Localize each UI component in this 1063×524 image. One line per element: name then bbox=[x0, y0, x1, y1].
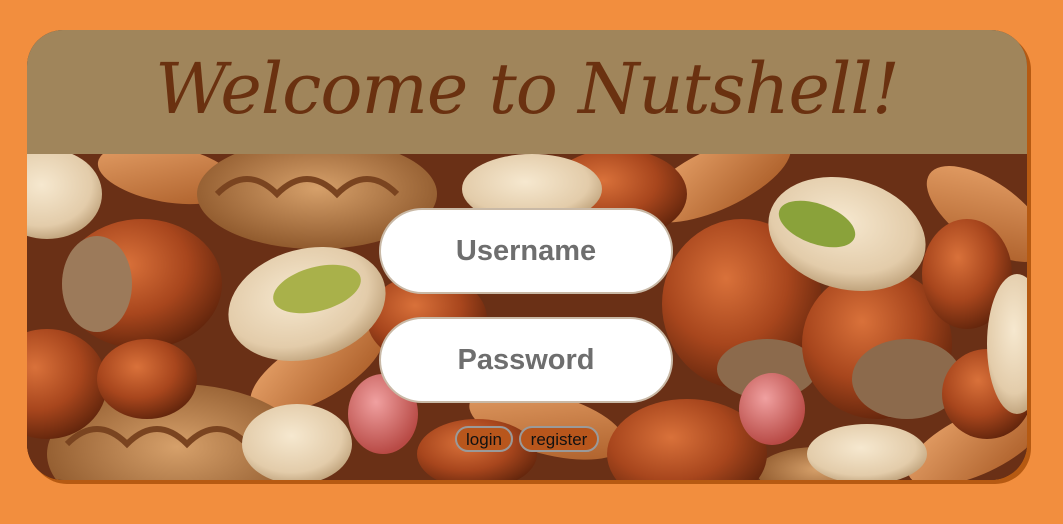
page-title: Welcome to Nutshell! bbox=[155, 48, 900, 130]
register-button[interactable]: register bbox=[519, 426, 599, 452]
login-button[interactable]: login bbox=[455, 426, 513, 452]
password-input[interactable] bbox=[379, 317, 673, 403]
nuts-background-image: login register bbox=[27, 154, 1027, 480]
header-banner: Welcome to Nutshell! bbox=[27, 30, 1027, 154]
login-card: Welcome to Nutshell! Username login regi… bbox=[27, 30, 1027, 480]
username-input[interactable] bbox=[379, 208, 673, 294]
